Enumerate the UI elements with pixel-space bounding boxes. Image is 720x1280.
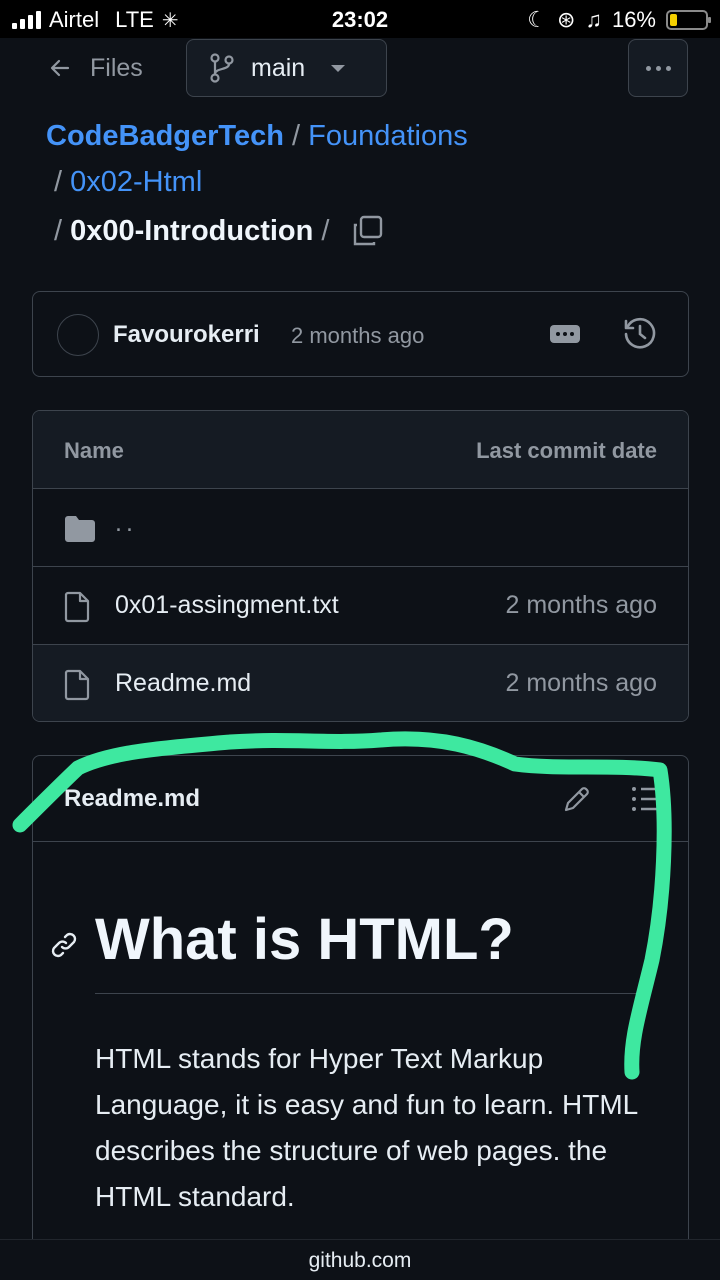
link-icon[interactable] (49, 930, 79, 960)
git-branch-icon (210, 53, 234, 83)
breadcrumb-folder-link[interactable]: 0x02-Html (70, 166, 202, 198)
file-name[interactable]: 0x01-assingment.txt (115, 591, 339, 620)
breadcrumb-separator: / (54, 166, 63, 198)
kebab-dot (655, 65, 661, 71)
breadcrumb-line-2: / 0x02-Html (54, 166, 202, 199)
column-date-header: Last commit date (476, 438, 657, 463)
column-name-header: Name (64, 438, 124, 463)
history-icon[interactable] (622, 316, 658, 352)
folder-icon (65, 516, 95, 542)
table-row[interactable]: 0x01-assingment.txt 2 months ago (33, 567, 688, 645)
back-button[interactable]: Files (48, 48, 143, 88)
moon-icon: ☾ (527, 7, 548, 32)
parent-directory-row[interactable]: .. (33, 489, 688, 567)
commit-author[interactable]: Favourokerri (113, 321, 260, 349)
rotation-lock-icon: ⊛ (557, 7, 576, 32)
readme-title: Readme.md (64, 785, 201, 812)
file-icon (64, 591, 90, 623)
pencil-icon[interactable] (562, 784, 592, 814)
breadcrumb-separator: / (54, 214, 63, 247)
latest-commit-box: Favourokerri 2 months ago (32, 291, 689, 377)
table-header: Name Last commit date (33, 411, 688, 489)
breadcrumb-line-3: / 0x00-Introduction / (54, 214, 385, 248)
ellipsis-icon[interactable] (550, 325, 580, 343)
file-date: 2 months ago (505, 591, 658, 619)
file-date: 2 months ago (505, 669, 658, 697)
readme-header: Readme.md (33, 756, 688, 842)
file-name[interactable]: Readme.md (115, 669, 251, 698)
branch-name: main (251, 53, 306, 82)
status-bar: Airtel LTE ✳ 23:02 ☾ ⊛ ♫ 16% (0, 0, 720, 38)
readme-paragraph: HTML stands for Hyper Text Markup Langua… (95, 1043, 638, 1212)
branch-selector[interactable]: main (186, 39, 387, 97)
copy-path-icon[interactable] (351, 214, 385, 248)
avatar[interactable] (57, 314, 99, 356)
list-icon[interactable] (631, 786, 661, 812)
breadcrumb-current: 0x00-Introduction (70, 214, 314, 247)
parent-directory-label: .. (115, 509, 137, 537)
battery-percent: 16% (611, 7, 656, 32)
kebab-dot (645, 65, 651, 71)
table-row[interactable]: Readme.md 2 months ago (33, 645, 688, 721)
breadcrumb-owner-link[interactable]: CodeBadgerTech (46, 120, 284, 152)
caret-down-icon (331, 64, 346, 72)
url-domain: github.com (308, 1249, 412, 1272)
kebab-dot (665, 65, 671, 71)
battery-icon (666, 10, 711, 30)
readme-heading: What is HTML? (95, 906, 645, 994)
file-table: Name Last commit date .. 0x01-assingment… (32, 410, 689, 722)
breadcrumb: CodeBadgerTech / Foundations (46, 120, 468, 153)
arrow-left-icon (50, 59, 70, 77)
more-options-button[interactable] (628, 39, 688, 97)
breadcrumb-repo-link[interactable]: Foundations (308, 120, 468, 152)
back-label: Files (90, 53, 143, 82)
file-icon (64, 669, 90, 701)
readme-panel: Readme.md What is HTML? HTML stands for … (32, 755, 689, 1280)
breadcrumb-separator: / (292, 120, 301, 152)
headphones-icon: ♫ (585, 7, 602, 32)
commit-time: 2 months ago (291, 323, 425, 348)
breadcrumb-separator: / (321, 214, 330, 247)
url-bar[interactable]: github.com (0, 1239, 720, 1280)
